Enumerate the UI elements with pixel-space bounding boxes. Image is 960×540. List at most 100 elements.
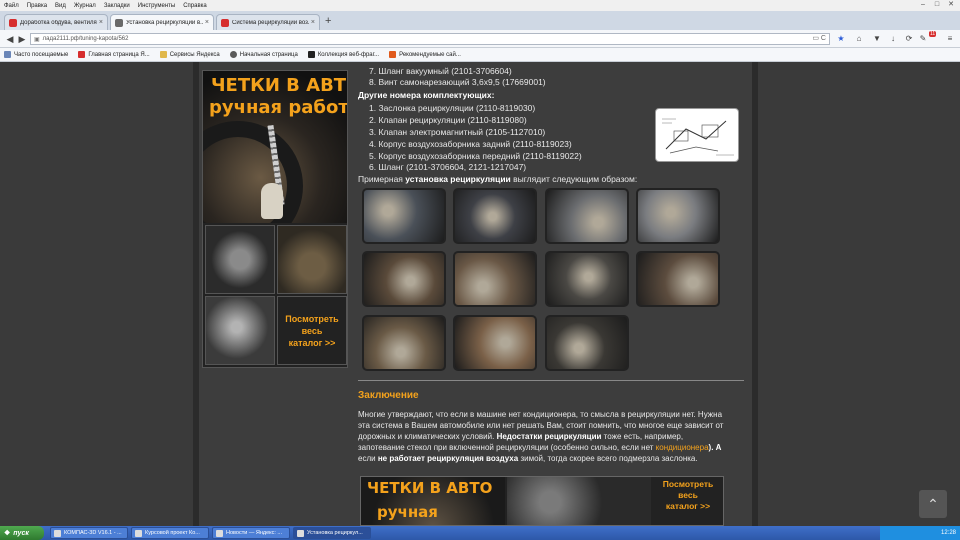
- folder-icon: [159, 51, 167, 58]
- taskbar-item[interactable]: КОМПАС-3D V16.1 - ...: [50, 527, 128, 539]
- install-photo-thumbnail[interactable]: [453, 315, 537, 371]
- clock[interactable]: 12:28: [941, 530, 956, 536]
- bookmark-item[interactable]: Начальная страница: [229, 51, 298, 58]
- adblock-count-badge[interactable]: 11: [929, 31, 937, 37]
- close-tab-icon[interactable]: ×: [205, 19, 209, 26]
- close-tab-icon[interactable]: ×: [311, 19, 315, 26]
- bookmark-star-icon[interactable]: ★: [836, 34, 846, 44]
- menu-view[interactable]: Вид: [55, 3, 66, 9]
- home-icon[interactable]: ⌂: [854, 34, 864, 44]
- install-intro-text: Примерная установка рециркуляции выгляди…: [358, 174, 638, 184]
- pocket-icon[interactable]: ▼: [872, 34, 882, 44]
- address-bar[interactable]: ▣ лада2111.рф/tuning-kapota/562 ▭ C: [30, 33, 830, 45]
- banner-title: ЧЕТКИ В АВТО: [367, 479, 493, 497]
- start-button[interactable]: ❖ пуск: [0, 526, 44, 540]
- taskbar-item[interactable]: Установка рециркул...: [293, 527, 371, 539]
- section-heading: Другие номера комплектующих:: [358, 90, 495, 100]
- taskbar-item[interactable]: Курсовой проект Ко...: [131, 527, 209, 539]
- extension-icon[interactable]: ✎: [918, 34, 928, 44]
- close-window-button[interactable]: ✕: [944, 0, 958, 10]
- close-tab-icon[interactable]: ×: [99, 19, 103, 26]
- menu-icon[interactable]: ≡: [945, 34, 955, 44]
- ad-product-image[interactable]: [205, 225, 275, 294]
- install-photo-thumbnail[interactable]: [636, 251, 720, 307]
- windows-logo-icon: ❖: [4, 530, 11, 537]
- menu-edit[interactable]: Правка: [27, 3, 47, 9]
- list-item: 3. Клапан электромагнитный (2105-1127010…: [369, 127, 546, 137]
- globe-icon: [229, 51, 237, 58]
- tab-1[interactable]: Доработка обдува, вентиля... ×: [4, 14, 108, 30]
- ad-catalog-link[interactable]: Посмотреть весь каталог >>: [277, 296, 347, 365]
- parts-diagram-image[interactable]: [655, 108, 739, 162]
- conclusion-heading: Заключение: [358, 390, 419, 401]
- sync-icon[interactable]: ⟳: [904, 34, 914, 44]
- yandex-browser-icon: [216, 529, 223, 537]
- menu-file[interactable]: Файл: [4, 3, 19, 9]
- forward-button[interactable]: ▶: [16, 33, 28, 45]
- system-tray: 12:28: [880, 526, 960, 540]
- article-content: 7. Шланг вакуумный (2101-3706604) 8. Вин…: [352, 62, 752, 526]
- window-controls: – □ ✕: [916, 0, 958, 10]
- list-item: 8. Винт самонарезающий 3,6х9,5 (17669001…: [369, 77, 546, 87]
- bookmarks-bar: Часто посещаемые Главная страница Я... С…: [0, 48, 960, 62]
- install-photo-thumbnail[interactable]: [545, 251, 629, 307]
- install-photo-thumbnail[interactable]: [453, 251, 537, 307]
- list-item: 4. Корпус воздухозаборника задний (2110-…: [369, 139, 572, 149]
- menu-bar: Файл Правка Вид Журнал Закладки Инструме…: [0, 0, 960, 11]
- reader-refresh-icon[interactable]: ▭ C: [812, 34, 826, 42]
- conclusion-text-line: Многие утверждают, что если в машине нет…: [358, 410, 723, 419]
- site-favicon-icon: [115, 18, 123, 27]
- tab-title: Доработка обдува, вентиля...: [20, 19, 97, 26]
- navigation-bar: ◀ ▶ ▣ лада2111.рф/tuning-kapota/562 ▭ C …: [0, 30, 960, 48]
- banner-catalog-link[interactable]: Посмотреть весь каталог >>: [653, 479, 723, 525]
- menu-help[interactable]: Справка: [183, 3, 207, 9]
- conclusion-text-line: эта система в Вашем автомобиле или нет р…: [358, 421, 724, 430]
- menu-history[interactable]: Журнал: [74, 3, 96, 9]
- install-photo-thumbnail[interactable]: [545, 188, 629, 244]
- install-photo-thumbnail[interactable]: [636, 188, 720, 244]
- install-photo-thumbnail[interactable]: [545, 315, 629, 371]
- install-photo-thumbnail[interactable]: [362, 251, 446, 307]
- page-viewport: ЧЕТКИ В АВТО ручная работа Посмотреть ве…: [0, 62, 960, 526]
- bookmark-item[interactable]: Коллекция веб-фраг...: [307, 51, 379, 58]
- ad-subtitle: ручная работа: [209, 97, 347, 118]
- minimize-button[interactable]: –: [916, 0, 930, 10]
- banner-hero-image: ЧЕТКИ В АВТО ручная: [361, 477, 505, 525]
- ad-hero-image: ЧЕТКИ В АВТО ручная работа: [203, 71, 347, 223]
- bookmark-item[interactable]: Сервисы Яндекса: [159, 51, 220, 58]
- page-border-right: [752, 62, 758, 526]
- maximize-button[interactable]: □: [930, 0, 944, 10]
- list-item: 6. Шланг (2101-3706604, 2121-1217047): [369, 162, 527, 172]
- back-button[interactable]: ◀: [4, 33, 16, 45]
- menu-tools[interactable]: Инструменты: [138, 3, 175, 9]
- divider: [358, 380, 744, 381]
- conditioner-link[interactable]: кондиционера: [656, 443, 709, 452]
- new-tab-button[interactable]: +: [325, 15, 331, 27]
- install-photo-thumbnail[interactable]: [453, 188, 537, 244]
- list-item: 5. Корпус воздухозаборника передний (211…: [369, 151, 582, 161]
- recommended-icon: [389, 51, 397, 58]
- sidebar-ad-banner[interactable]: ЧЕТКИ В АВТО ручная работа Посмотреть ве…: [202, 70, 348, 368]
- tab-title: Система рециркуляции воз...: [232, 19, 309, 26]
- bottom-ad-banner[interactable]: ЧЕТКИ В АВТО ручная Посмотреть весь катало…: [360, 476, 724, 526]
- install-photo-thumbnail[interactable]: [362, 315, 446, 371]
- url-text: лада2111.рф/tuning-kapota/562: [42, 36, 129, 42]
- taskbar-item[interactable]: Новости — Яндекс: ...: [212, 527, 290, 539]
- tab-2[interactable]: Установка рециркуляции в... ×: [110, 14, 214, 30]
- document-icon: [135, 529, 142, 537]
- bookmark-item[interactable]: Часто посещаемые: [4, 51, 68, 58]
- conclusion-text-line: запотевание стекол при включенной рецирк…: [358, 443, 722, 452]
- banner-product-image: [507, 477, 651, 525]
- download-icon[interactable]: ↓: [888, 34, 898, 44]
- ad-product-image[interactable]: [277, 225, 347, 294]
- charm-image: [261, 183, 283, 219]
- bookmark-item[interactable]: Главная страница Я...: [78, 51, 150, 58]
- ad-product-image[interactable]: [205, 296, 275, 365]
- tab-3[interactable]: Система рециркуляции воз... ×: [216, 14, 320, 30]
- install-photo-thumbnail[interactable]: [362, 188, 446, 244]
- menu-bookmarks[interactable]: Закладки: [104, 3, 130, 9]
- taskbar: ❖ пуск КОМПАС-3D V16.1 - ... Курсовой пр…: [0, 526, 960, 540]
- bookmark-item[interactable]: Рекомендуемые сай...: [389, 51, 461, 58]
- firefox-icon: [297, 529, 304, 537]
- scroll-to-top-button[interactable]: ⌃: [919, 490, 947, 518]
